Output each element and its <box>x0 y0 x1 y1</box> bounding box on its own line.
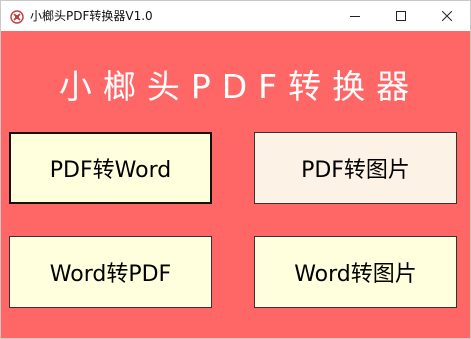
window-title: 小榔头PDF转换器V1.0 <box>30 9 153 23</box>
word-to-pdf-button[interactable]: Word转PDF <box>9 236 212 308</box>
word-to-image-button[interactable]: Word转图片 <box>254 236 457 308</box>
close-button[interactable] <box>424 1 470 31</box>
hammer-app-icon <box>10 9 24 24</box>
minimize-icon <box>350 11 360 21</box>
maximize-button[interactable] <box>378 1 424 31</box>
close-icon <box>442 11 452 21</box>
pdf-to-word-button[interactable]: PDF转Word <box>9 132 212 204</box>
app-heading: 小榔头PDF转换器 <box>58 67 421 106</box>
app-window: 小榔头PDF转换器V1.0 小榔头PDF转换器 PDF转Word PDF转图片 … <box>0 0 471 339</box>
pdf-to-image-button[interactable]: PDF转图片 <box>254 132 457 204</box>
title-bar[interactable]: 小榔头PDF转换器V1.0 <box>1 1 470 31</box>
maximize-icon <box>396 11 406 21</box>
minimize-button[interactable] <box>332 1 378 31</box>
main-panel: 小榔头PDF转换器 PDF转Word PDF转图片 Word转PDF Word转… <box>1 31 470 338</box>
